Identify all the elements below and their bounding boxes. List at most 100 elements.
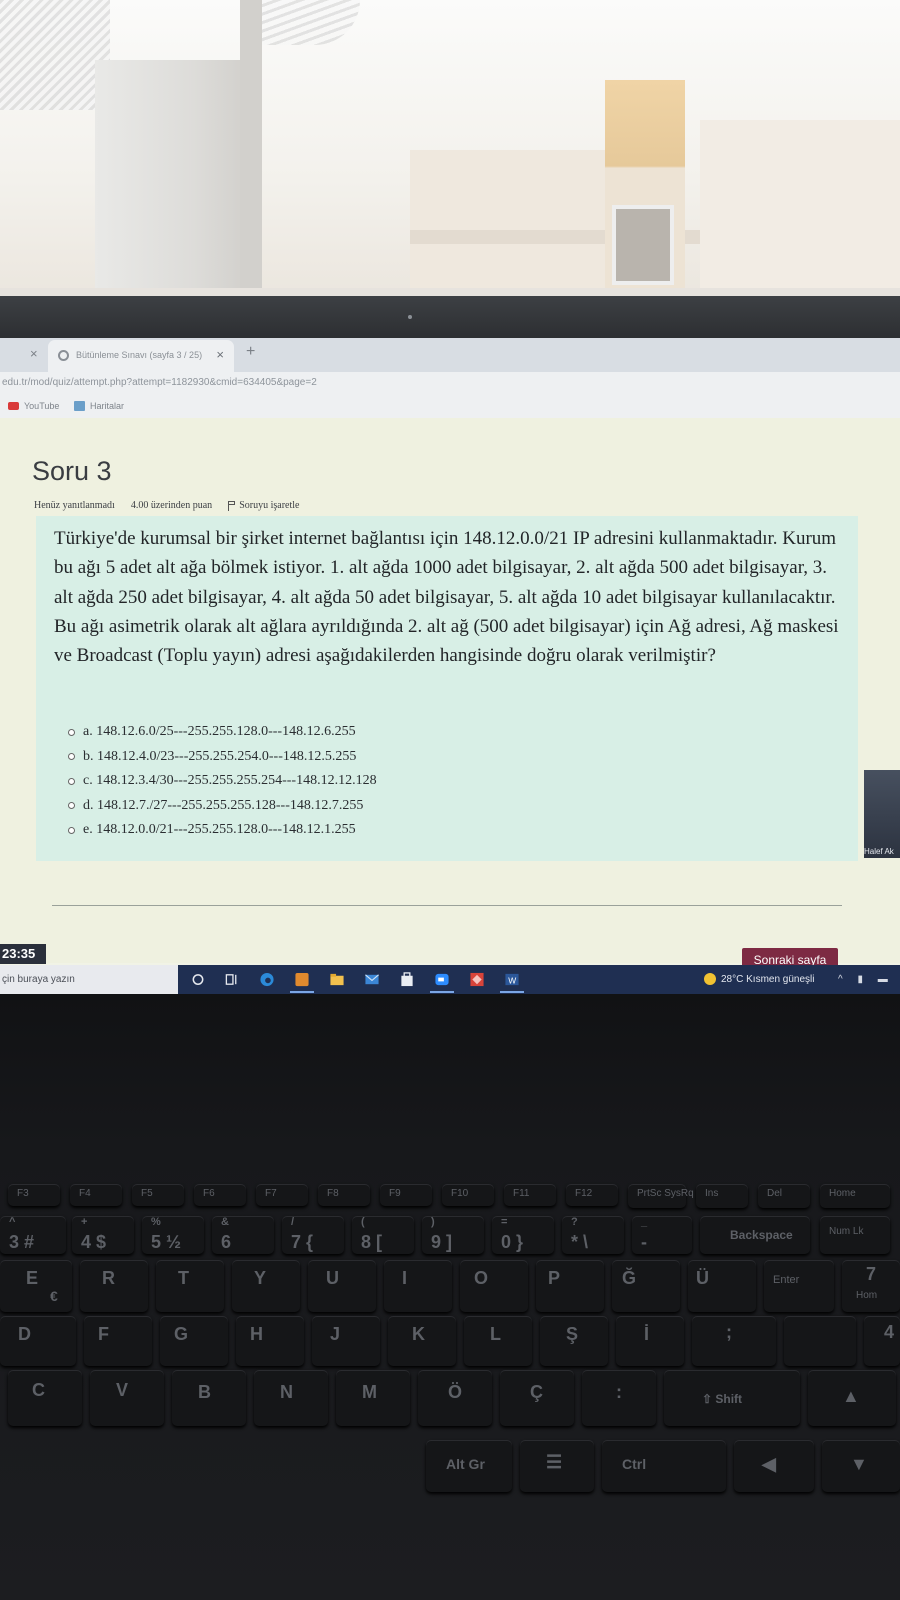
weather-icon [704, 973, 716, 985]
zoom-icon[interactable] [434, 972, 450, 987]
question-info: Henüz yanıtlanmadı 4.00 üzerinden puan S… [34, 500, 299, 511]
maps-icon [74, 401, 85, 411]
key-backspace: Backspace [700, 1216, 810, 1254]
key-f4: F4 [70, 1184, 122, 1206]
edge-icon[interactable] [259, 972, 275, 987]
flag-question-link[interactable]: Soruyu işaretle [228, 500, 299, 511]
mail-icon[interactable] [364, 972, 380, 987]
window-frame [240, 0, 262, 300]
browser-tab-bar: × Bütünleme Sınavı (sayfa 3 / 25) × + [0, 338, 900, 372]
key-enter: Enter [764, 1260, 834, 1312]
key-b: B [172, 1370, 246, 1426]
key-prtsc: PrtSc SysRq [628, 1184, 694, 1208]
key-e: E € [0, 1260, 72, 1312]
key-k: K [388, 1316, 456, 1366]
curtain-lace [250, 0, 360, 45]
key-m: M [336, 1370, 410, 1426]
search-circle-icon[interactable] [190, 972, 206, 987]
system-tray[interactable]: ^ ▮ ▬ ◢ [838, 974, 900, 985]
answer-label[interactable]: d. 148.12.7./27---255.255.255.128---148.… [83, 798, 363, 814]
search-placeholder[interactable]: çin buraya yazın [2, 974, 75, 985]
radio-button[interactable] [68, 826, 75, 834]
laptop-keyboard: F3 F4 F5 F6 F7 F8 F9 F10 F11 F12 PrtSc S… [0, 994, 900, 1600]
key-blank [784, 1316, 856, 1366]
weather-widget[interactable]: 28°C Kısmen güneşli [704, 973, 815, 985]
answer-option-d[interactable]: d. 148.12.7./27---255.255.255.128---148.… [68, 794, 377, 819]
webcam-lens-icon [408, 315, 412, 319]
close-icon[interactable]: × [30, 346, 38, 361]
store-icon[interactable] [399, 972, 415, 987]
anydesk-icon[interactable] [469, 972, 485, 987]
answer-options: a. 148.12.6.0/25---255.255.128.0---148.1… [68, 720, 377, 843]
radio-button[interactable] [68, 777, 75, 785]
task-view-icon[interactable] [224, 972, 240, 987]
key-arrow-up: ▲ [808, 1370, 896, 1426]
radio-button[interactable] [68, 753, 75, 761]
browser-tab[interactable]: Bütünleme Sınavı (sayfa 3 / 25) × [48, 340, 234, 372]
answer-label[interactable]: b. 148.12.4.0/23---255.255.254.0---148.1… [83, 749, 356, 765]
key-ctrl: Ctrl [602, 1440, 726, 1492]
url-text[interactable]: edu.tr/mod/quiz/attempt.php?attempt=1182… [2, 377, 317, 388]
flag-label: Soruyu işaretle [239, 500, 300, 511]
radio-button[interactable] [68, 728, 75, 736]
close-tab-icon[interactable]: × [216, 347, 224, 362]
key-o-umlaut: Ö [418, 1370, 492, 1426]
new-tab-button[interactable]: + [246, 343, 255, 361]
active-app-indicator [500, 991, 524, 993]
question-points: 4.00 üzerinden puan [130, 500, 213, 511]
answer-label[interactable]: a. 148.12.6.0/25---255.255.128.0---148.1… [83, 724, 356, 740]
key-f9: F9 [380, 1184, 432, 1206]
active-app-indicator [430, 991, 454, 993]
youtube-icon [8, 402, 19, 410]
webcam-preview: Halef Ak [864, 770, 900, 858]
key-c: C [8, 1370, 82, 1426]
key-d: D [0, 1316, 76, 1366]
building [700, 120, 900, 295]
key-t: T [156, 1260, 224, 1312]
answer-option-c[interactable]: c. 148.12.3.4/30---255.255.255.254---148… [68, 769, 377, 794]
key-altgr: Alt Gr [426, 1440, 512, 1492]
key-9: ) 9 ] [422, 1216, 484, 1254]
key-asterisk: ? * \ [562, 1216, 624, 1254]
webcam-name: Halef Ak [864, 847, 894, 856]
key-f8: F8 [318, 1184, 370, 1206]
radio-button[interactable] [68, 802, 75, 810]
key-f11: F11 [504, 1184, 556, 1206]
key-u-umlaut: Ü [688, 1260, 756, 1312]
key-minus: _ - [632, 1216, 692, 1254]
word-icon[interactable]: W [504, 972, 520, 987]
key-arrow-left: ◀ [734, 1440, 814, 1492]
file-explorer-icon[interactable] [329, 972, 345, 987]
answer-label[interactable]: e. 148.12.0.0/21---255.255.128.0---148.1… [83, 822, 356, 838]
key-h: H [236, 1316, 304, 1366]
key-u: U [308, 1260, 376, 1312]
building [410, 150, 610, 295]
key-g-breve: Ğ [612, 1260, 680, 1312]
bookmark-youtube[interactable]: YouTube [8, 401, 59, 411]
svg-text:W: W [508, 975, 516, 985]
key-i-dot: İ [616, 1316, 684, 1366]
laptop-bezel [0, 296, 900, 340]
tab-title: Bütünleme Sınavı (sayfa 3 / 25) [76, 350, 203, 360]
answer-option-e[interactable]: e. 148.12.0.0/21---255.255.128.0---148.1… [68, 818, 377, 843]
key-8: (8 [ [352, 1216, 414, 1254]
question-text: Türkiye'de kurumsal bir şirket internet … [54, 528, 839, 667]
key-p: P [536, 1260, 604, 1312]
answer-option-a[interactable]: a. 148.12.6.0/25---255.255.128.0---148.1… [68, 720, 377, 745]
bookmark-maps[interactable]: Haritalar [74, 401, 124, 411]
flag-icon [228, 500, 236, 511]
laptop-screen: × Bütünleme Sınavı (sayfa 3 / 25) × + ed… [0, 338, 900, 994]
address-bar[interactable]: edu.tr/mod/quiz/attempt.php?attempt=1182… [0, 372, 900, 396]
app-icon[interactable] [294, 972, 310, 987]
bookmarks-bar: YouTube Haritalar [0, 396, 900, 419]
key-semicolon: ; [692, 1316, 776, 1366]
key-c-cedilla: Ç [500, 1370, 574, 1426]
window-photo-background [0, 0, 900, 300]
answer-option-b[interactable]: b. 148.12.4.0/23---255.255.254.0---148.1… [68, 745, 377, 770]
menu-key-icon: ☰ [520, 1440, 594, 1492]
key-arrow-down: ▼ [822, 1440, 900, 1492]
key-numpad-4: 4 [864, 1316, 900, 1366]
answer-label[interactable]: c. 148.12.3.4/30---255.255.255.254---148… [83, 773, 377, 789]
taskbar-search-box[interactable]: çin buraya yazın [0, 965, 178, 994]
key-5: % 5 ½ [142, 1216, 204, 1254]
